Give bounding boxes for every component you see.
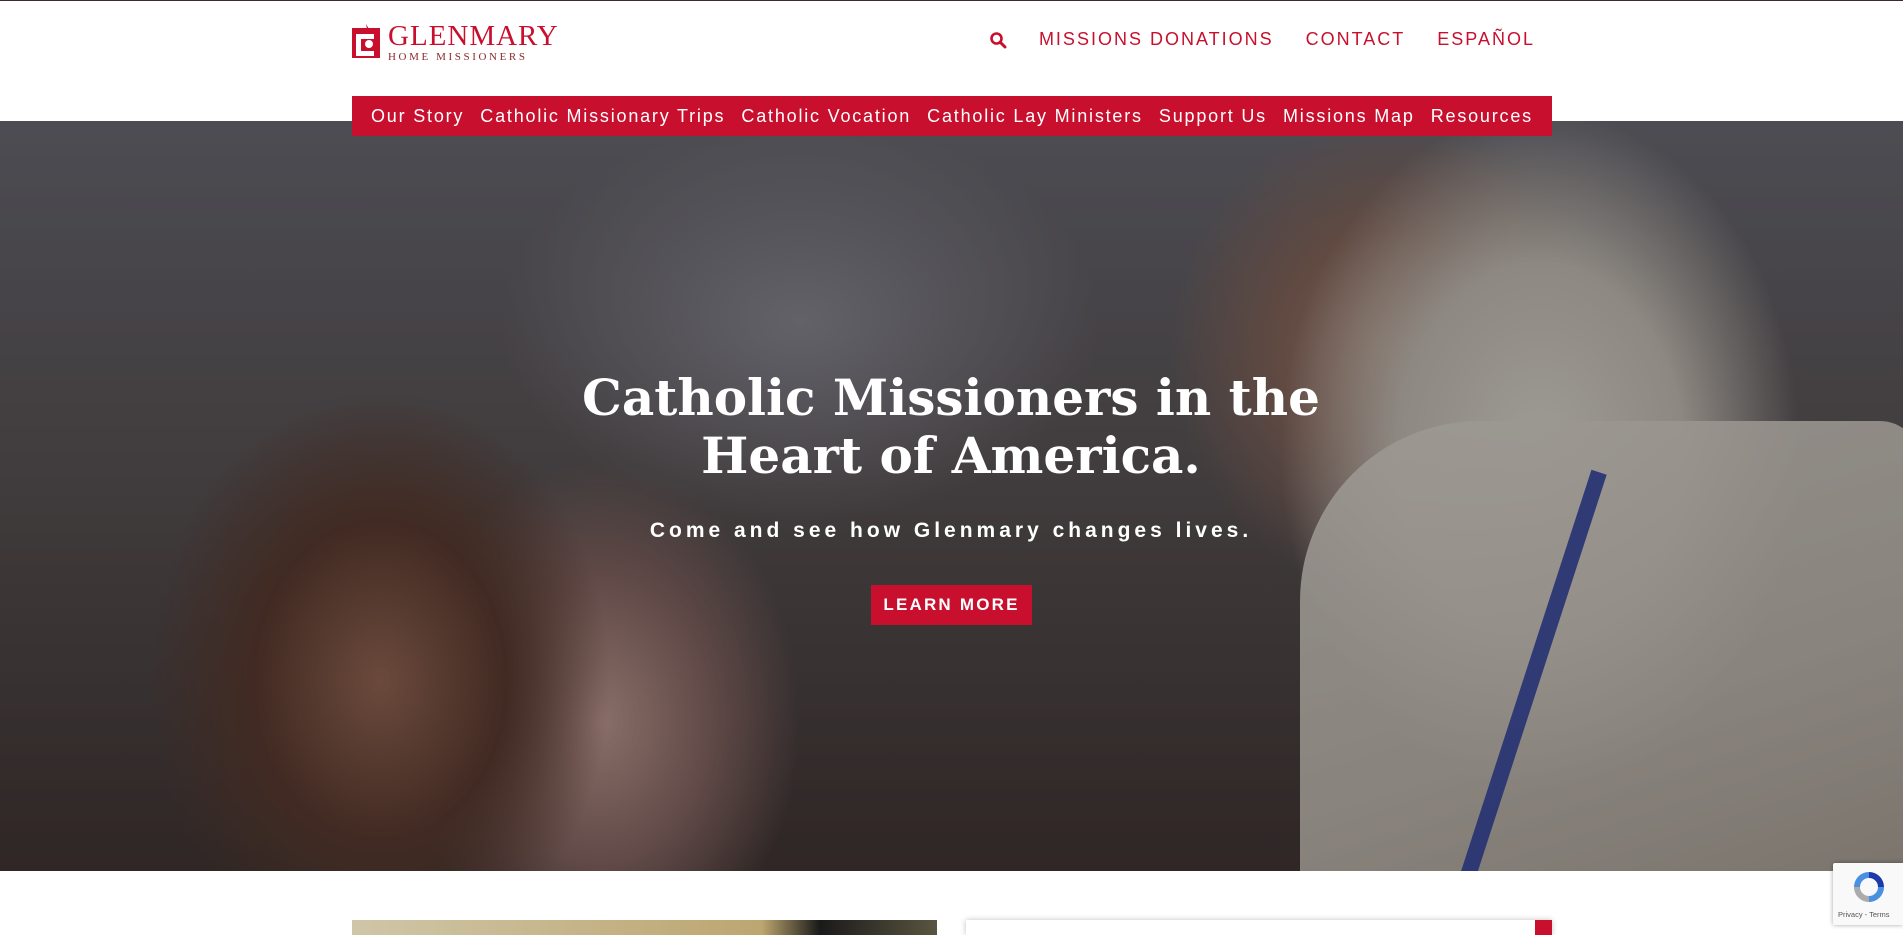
contact-link[interactable]: CONTACT [1306, 29, 1406, 50]
search-icon[interactable] [989, 31, 1007, 49]
hero-subtitle: Come and see how Glenmary changes lives. [649, 519, 1253, 542]
nav-item-catholic-missionary-trips[interactable]: Catholic Missionary Trips [480, 106, 725, 127]
recaptcha-icon [1851, 869, 1887, 910]
nav-item-resources[interactable]: Resources [1431, 106, 1533, 127]
hero-content: Catholic Missioners in the Heart of Amer… [0, 121, 1903, 871]
hero-title-line-1: Catholic Missioners in the [582, 368, 1320, 427]
nav-item-catholic-lay-ministers[interactable]: Catholic Lay Ministers [927, 106, 1143, 127]
site-logo[interactable]: GLENMARY HOME MISSIONERS [352, 19, 559, 63]
recaptcha-badge[interactable]: Privacy - Terms [1833, 863, 1903, 925]
feature-card-accent [1535, 920, 1552, 935]
logo-mark-icon [352, 24, 384, 60]
hero-title-line-2: Heart of America. [701, 426, 1201, 485]
nav-item-missions-map[interactable]: Missions Map [1283, 106, 1415, 127]
hero-section: Catholic Missioners in the Heart of Amer… [0, 121, 1903, 871]
feature-card-image[interactable] [352, 920, 937, 935]
missions-donations-link[interactable]: MISSIONS DONATIONS [1039, 29, 1274, 50]
nav-item-our-story[interactable]: Our Story [371, 106, 464, 127]
recaptcha-label[interactable]: Privacy - Terms [1838, 910, 1890, 919]
espanol-link[interactable]: ESPAÑOL [1437, 29, 1535, 50]
feature-card[interactable] [966, 920, 1552, 935]
main-nav: Our Story Catholic Missionary Trips Cath… [352, 96, 1552, 136]
learn-more-button[interactable]: LEARN MORE [871, 585, 1032, 625]
logo-wordmark: GLENMARY HOME MISSIONERS [388, 19, 559, 63]
logo-subtitle: HOME MISSIONERS [388, 50, 528, 63]
logo-name: GLENMARY [388, 19, 559, 52]
hero-title: Catholic Missioners in the Heart of Amer… [551, 369, 1351, 485]
utility-nav: MISSIONS DONATIONS CONTACT ESPAÑOL [989, 29, 1535, 50]
nav-item-support-us[interactable]: Support Us [1159, 106, 1267, 127]
nav-item-catholic-vocation[interactable]: Catholic Vocation [741, 106, 911, 127]
